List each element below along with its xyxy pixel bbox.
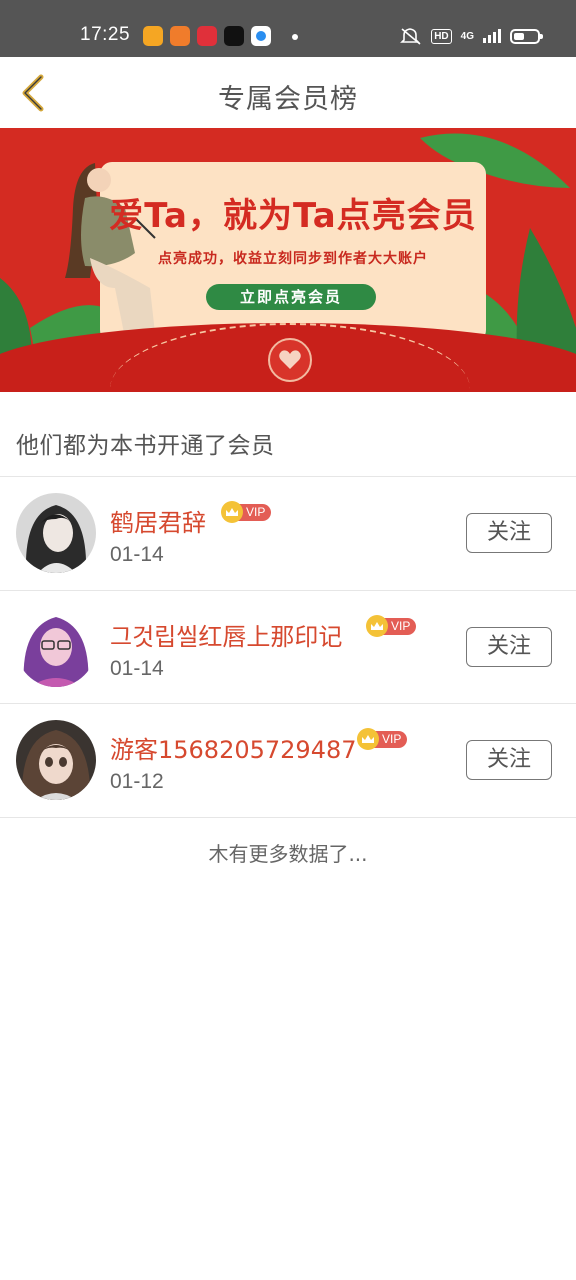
member-date: 01-12 [110,770,164,793]
light-up-member-button[interactable]: 立即点亮会员 [206,284,376,310]
hd-icon: HD [431,28,452,44]
network-label: 4G [460,30,474,42]
signal-icon [483,29,501,43]
crown-icon [221,501,243,523]
member-name[interactable]: 鹤居君辞 [110,503,206,538]
weibo-icon [143,26,163,46]
section-title: 他们都为本书开通了会员 [16,433,275,459]
status-indicators: HD 4G [400,27,543,45]
heart-icon [279,350,301,369]
member-row: 그것립씰红唇上那印记 VIP 01-14 关注 [0,591,576,704]
crown-icon [366,615,388,637]
banner-subline: 点亮成功，收益立刻同步到作者大大账户 [158,251,428,267]
status-bar: 17:25 HD 4G [0,0,576,57]
heart-app-icon [197,26,217,46]
heart-seal-icon [268,338,312,382]
member-date: 01-14 [110,543,164,566]
follow-button[interactable]: 关注 [466,627,552,667]
member-name[interactable]: 游客1568205729487 [110,730,357,765]
member-name[interactable]: 그것립씰红唇上那印记 [110,617,342,652]
member-row: 鹤居君辞 VIP 01-14 关注 [0,477,576,590]
member-row: 游客1568205729487 VIP 01-12 关注 [0,704,576,817]
vip-badge: VIP [221,501,272,523]
divider [0,817,576,818]
mute-icon [400,28,421,45]
page-title: 专属会员榜 [218,84,358,115]
avatar[interactable] [16,493,96,573]
status-app-icons [143,26,271,46]
member-date: 01-14 [110,657,164,680]
avatar[interactable] [16,607,96,687]
app-header: 专属会员榜 [0,57,576,129]
promo-banner[interactable]: 爱Ta，就为Ta点亮会员 点亮成功，收益立刻同步到作者大大账户 立即点亮会员 [0,128,576,392]
avatar[interactable] [16,720,96,800]
circle-app-icon [251,26,271,46]
follow-button[interactable]: 关注 [466,740,552,780]
sogou-icon [170,26,190,46]
status-time: 17:25 [80,24,131,45]
no-more-data-label: 木有更多数据了... [208,842,368,866]
follow-button[interactable]: 关注 [466,513,552,553]
vip-badge: VIP [357,728,408,750]
tiktok-icon [224,26,244,46]
battery-icon [510,28,543,44]
crown-icon [357,728,379,750]
banner-headline: 爱Ta，就为Ta点亮会员 [109,196,477,236]
notification-dot-icon [292,34,298,40]
vip-badge: VIP [366,615,417,637]
